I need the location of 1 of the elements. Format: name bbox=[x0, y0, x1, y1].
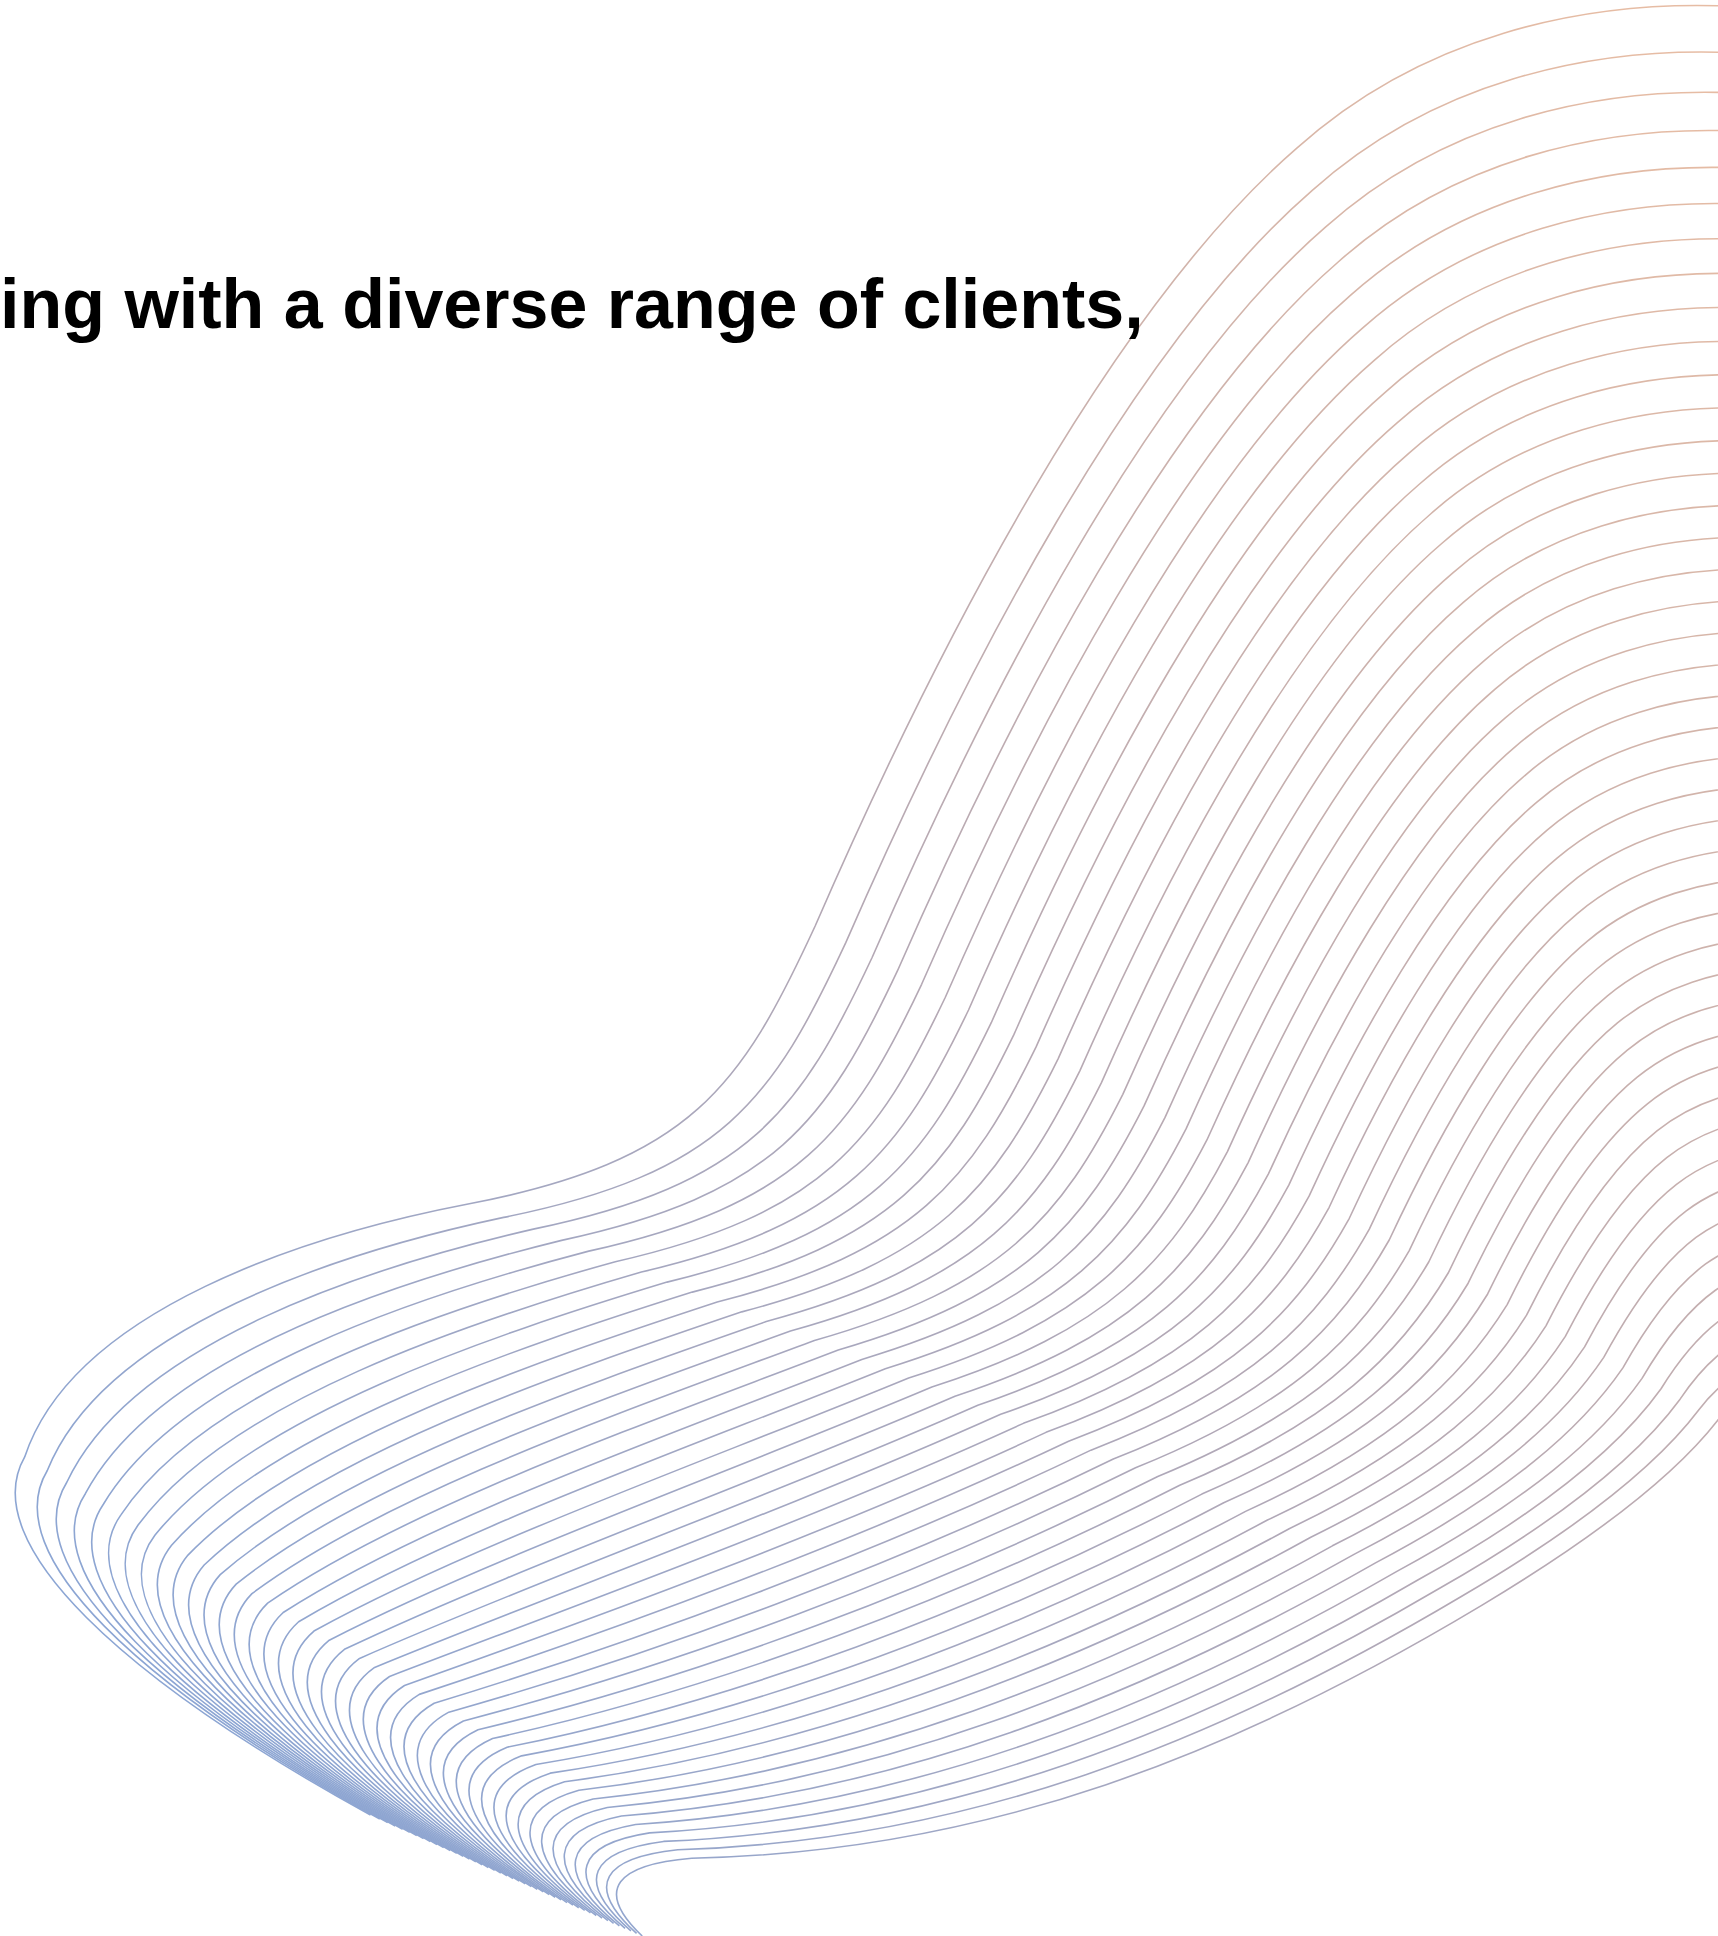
headline: ing with a diverse range of clients, bbox=[0, 264, 1144, 345]
